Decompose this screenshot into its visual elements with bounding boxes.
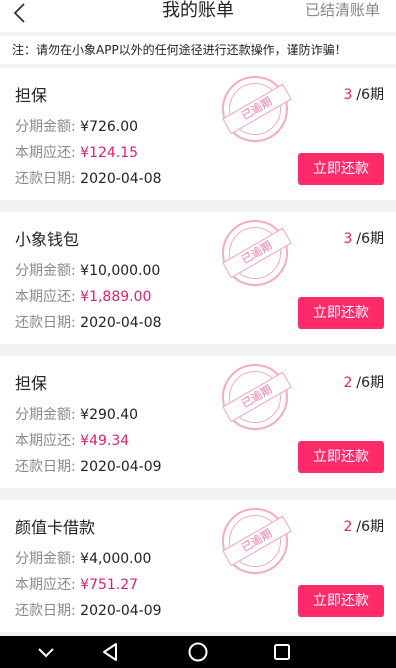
- current-period: 3: [343, 231, 353, 247]
- bill-card: 担保 已逾期 3/6期 分期金额: ¥726.00 本期应还: ¥124.15 …: [0, 68, 396, 200]
- bill-name: 颜值卡借款: [15, 518, 96, 537]
- due-label: 本期应还:: [15, 145, 76, 161]
- current-period: 3: [343, 87, 353, 103]
- overdue-stamp: 已逾期: [222, 508, 292, 574]
- repay-now-button[interactable]: 立即还款: [298, 585, 384, 617]
- nav-home-button[interactable]: [186, 640, 210, 664]
- date-row: 还款日期: 2020-04-09: [15, 456, 162, 476]
- amount-label: 分期金额:: [15, 407, 76, 423]
- bill-name: 担保: [15, 374, 48, 393]
- overdue-stamp: 已逾期: [222, 220, 292, 286]
- due-row: 本期应还: ¥49.34: [15, 430, 129, 450]
- due-value: ¥49.34: [80, 433, 130, 449]
- notice-banner: 注：请勿在小象APP以外的任何途径进行还款操作，谨防诈骗！: [0, 36, 396, 64]
- nav-recents-button[interactable]: [270, 640, 294, 664]
- due-label: 本期应还:: [15, 577, 76, 593]
- date-label: 还款日期:: [15, 315, 76, 331]
- current-period: 2: [343, 519, 353, 535]
- overdue-stamp-text: 已逾期: [222, 371, 292, 423]
- hide-keyboard-button[interactable]: [34, 640, 58, 664]
- date-row: 还款日期: 2020-04-08: [15, 168, 162, 188]
- date-value: 2020-04-08: [80, 171, 162, 187]
- total-periods: /6期: [356, 375, 384, 391]
- overdue-stamp-text: 已逾期: [222, 83, 292, 135]
- bill-name: 小象钱包: [15, 230, 80, 249]
- due-value: ¥751.27: [80, 577, 139, 593]
- date-label: 还款日期:: [15, 459, 76, 475]
- system-navigation-bar: [0, 636, 396, 668]
- circle-home-icon: [188, 642, 208, 662]
- triangle-back-icon: [103, 643, 117, 661]
- amount-row: 分期金额: ¥726.00: [15, 116, 138, 136]
- due-label: 本期应还:: [15, 433, 76, 449]
- date-row: 还款日期: 2020-04-09: [15, 600, 162, 620]
- amount-value: ¥10,000.00: [80, 263, 161, 279]
- repay-now-button[interactable]: 立即还款: [298, 153, 384, 185]
- repay-now-button[interactable]: 立即还款: [298, 297, 384, 329]
- date-row: 还款日期: 2020-04-08: [15, 312, 162, 332]
- total-periods: /6期: [356, 231, 384, 247]
- total-periods: /6期: [356, 87, 384, 103]
- amount-value: ¥4,000.00: [80, 551, 152, 567]
- overdue-stamp-text: 已逾期: [222, 227, 292, 279]
- header-bar: 我的账单 已结清账单: [0, 0, 396, 32]
- total-periods: /6期: [356, 519, 384, 535]
- date-value: 2020-04-08: [80, 315, 162, 331]
- amount-row: 分期金额: ¥290.40: [15, 404, 138, 424]
- amount-row: 分期金额: ¥10,000.00: [15, 260, 160, 280]
- amount-value: ¥290.40: [80, 407, 139, 423]
- due-value: ¥124.15: [80, 145, 139, 161]
- period-indicator: 2/6期: [343, 372, 384, 392]
- bill-card: 担保 已逾期 2/6期 分期金额: ¥290.40 本期应还: ¥49.34 还…: [0, 356, 396, 488]
- amount-value: ¥726.00: [80, 119, 139, 135]
- date-value: 2020-04-09: [80, 603, 162, 619]
- settled-bills-link[interactable]: 已结清账单: [305, 0, 380, 20]
- overdue-stamp: 已逾期: [222, 76, 292, 142]
- overdue-stamp-text: 已逾期: [222, 515, 292, 567]
- bill-name: 担保: [15, 86, 48, 105]
- due-row: 本期应还: ¥124.15: [15, 142, 138, 162]
- amount-label: 分期金额:: [15, 551, 76, 567]
- overdue-stamp: 已逾期: [222, 364, 292, 430]
- date-value: 2020-04-09: [80, 459, 162, 475]
- period-indicator: 3/6期: [343, 84, 384, 104]
- period-indicator: 3/6期: [343, 228, 384, 248]
- date-label: 还款日期:: [15, 603, 76, 619]
- due-row: 本期应还: ¥1,889.00: [15, 286, 151, 306]
- nav-back-button[interactable]: [98, 640, 122, 664]
- amount-row: 分期金额: ¥4,000.00: [15, 548, 151, 568]
- bill-card: 小象钱包 已逾期 3/6期 分期金额: ¥10,000.00 本期应还: ¥1,…: [0, 212, 396, 344]
- current-period: 2: [343, 375, 353, 391]
- date-label: 还款日期:: [15, 171, 76, 187]
- due-row: 本期应还: ¥751.27: [15, 574, 138, 594]
- period-indicator: 2/6期: [343, 516, 384, 536]
- due-value: ¥1,889.00: [80, 289, 152, 305]
- square-recents-icon: [274, 644, 290, 660]
- bill-card: 颜值卡借款 已逾期 2/6期 分期金额: ¥4,000.00 本期应还: ¥75…: [0, 500, 396, 632]
- due-label: 本期应还:: [15, 289, 76, 305]
- amount-label: 分期金额:: [15, 119, 76, 135]
- repay-now-button[interactable]: 立即还款: [298, 441, 384, 473]
- chevron-down-icon: [38, 648, 54, 658]
- amount-label: 分期金额:: [15, 263, 76, 279]
